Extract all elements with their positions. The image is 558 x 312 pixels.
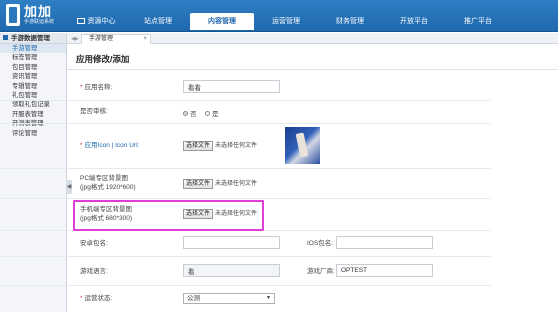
highlight-box (73, 200, 264, 231)
language-label: 游戏语言: (80, 268, 108, 275)
tab-scroll-icon[interactable]: ◀▶ (71, 36, 79, 42)
vendor-label: 游戏厂商: (307, 268, 335, 275)
android-pkg-input[interactable] (183, 236, 280, 249)
form-row-language-vendor: 游戏语言: 游戏厂商: (0, 257, 491, 286)
ios-pkg-label: IOS包名: (307, 240, 334, 247)
nav-item-open-platform[interactable]: 开放平台 (382, 13, 446, 30)
app-name-input[interactable] (183, 80, 280, 93)
app-name-label: * 应用名称: (80, 84, 113, 91)
language-input[interactable] (183, 264, 280, 277)
main-nav: 资源中心 站点管理 内容管理 运营管理 财务管理 开放平台 推广平台 (66, 13, 510, 30)
app-logo[interactable]: 加加 手游联运系统 (6, 4, 54, 26)
tab-strip: ◀▶ 手游管理 × (67, 33, 558, 44)
pc-bg-file-status: 未选择任何文件 (215, 181, 258, 187)
nav-item-finance[interactable]: 财务管理 (318, 13, 382, 30)
pc-bg-label: PC端专区背景图 (jpg格式 1920*600) (80, 175, 136, 191)
status-select-value: 公测 (187, 295, 200, 302)
sidebar-heading[interactable]: 手游数据管理 (0, 33, 66, 44)
nav-item-site[interactable]: 站点管理 (126, 13, 190, 30)
status-select[interactable]: 公测 ▼ (183, 293, 275, 304)
top-bar: 加加 手游联运系统 资源中心 站点管理 内容管理 运营管理 财务管理 开放平台 … (0, 0, 558, 32)
form-row-packages: 安卓包名: IOS包名: (0, 231, 491, 257)
home-icon (76, 18, 85, 24)
chevron-down-icon: ▼ (266, 295, 271, 301)
form-row-app-name: * 应用名称: (0, 74, 491, 101)
app-icon-preview (285, 127, 320, 164)
android-pkg-label: 安卓包名: (80, 240, 108, 247)
form-row-status: * 运营状态: 公测 ▼ (0, 286, 491, 312)
vendor-input[interactable] (336, 264, 433, 277)
logo-subtitle: 手游联运系统 (24, 19, 55, 25)
sidebar-item-games[interactable]: 手游管理 (0, 44, 66, 54)
review-option-no[interactable]: 否 (183, 108, 197, 118)
ios-pkg-input[interactable] (336, 236, 433, 249)
status-label: * 运营状态: (80, 295, 113, 302)
nav-item-operations[interactable]: 运营管理 (254, 13, 318, 30)
icon-file-status: 未选择任何文件 (215, 143, 258, 149)
title-divider (67, 69, 558, 70)
nav-item-promotion[interactable]: 推广平台 (446, 13, 510, 30)
logo-title: 加加 (24, 4, 53, 19)
icon-file-button[interactable]: 选择文件 (183, 141, 214, 151)
radio-icon (205, 110, 210, 116)
sidebar-item-tags[interactable]: 标签管理 (0, 53, 66, 62)
tab-games[interactable]: 手游管理 × (81, 34, 151, 44)
page-title: 应用修改/添加 (76, 54, 130, 64)
review-label: 是否审核: (80, 108, 108, 115)
radio-selected-icon (183, 110, 188, 116)
tab-label: 手游管理 (89, 36, 114, 42)
icon-label: * 应用Icon | Icon Url: (80, 142, 140, 149)
form-row-pc-bg: PC端专区背景图 (jpg格式 1920*600) 选择文件 未选择任何文件 (0, 169, 491, 199)
form-row-icon: * 应用Icon | Icon Url: 选择文件 未选择任何文件 (0, 124, 491, 169)
close-icon[interactable]: × (143, 35, 147, 44)
nav-item-resource-center[interactable]: 资源中心 (66, 13, 126, 30)
form-row-review: 是否审核: 否 是 (0, 101, 491, 124)
sidebar-item-packages[interactable]: 包目管理 (0, 63, 66, 72)
nav-item-content[interactable]: 内容管理 (190, 13, 254, 30)
pc-bg-file-button[interactable]: 选择文件 (183, 179, 214, 189)
logo-icon (6, 4, 20, 26)
review-option-yes[interactable]: 是 (205, 108, 219, 118)
